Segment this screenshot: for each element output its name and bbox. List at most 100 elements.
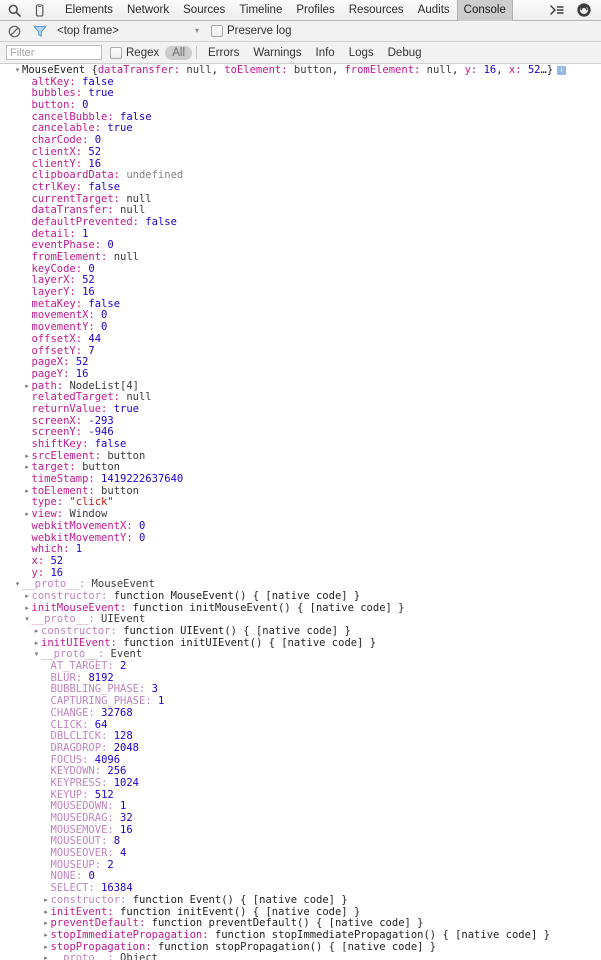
disclosure-triangle-icon[interactable]: ▾ bbox=[13, 65, 22, 77]
disclosure-triangle-icon[interactable]: ▸ bbox=[32, 626, 41, 638]
property-name: cancelBubble: bbox=[31, 110, 121, 123]
property-row[interactable]: ▸which: 1 bbox=[0, 543, 601, 556]
level-filter-info[interactable]: Info bbox=[309, 46, 342, 60]
disclosure-triangle-icon[interactable]: ▸ bbox=[42, 895, 51, 907]
info-badge-icon[interactable]: i bbox=[557, 65, 567, 75]
property-value: 0 bbox=[138, 519, 146, 532]
tree-spacer: ▸ bbox=[23, 544, 32, 556]
disclosure-triangle-icon[interactable]: ▾ bbox=[23, 614, 32, 626]
level-filter-logs[interactable]: Logs bbox=[342, 46, 381, 60]
tree-spacer: ▸ bbox=[42, 836, 51, 848]
tab-timeline[interactable]: Timeline bbox=[232, 0, 289, 21]
tree-spacer: ▸ bbox=[23, 229, 32, 241]
device-toggle-icon[interactable] bbox=[27, 0, 52, 20]
level-filter-all[interactable]: All bbox=[165, 45, 193, 60]
property-name: MOUSEMOVE: bbox=[50, 823, 121, 836]
property-value: 2048 bbox=[113, 741, 140, 754]
execution-context-selector[interactable]: <top frame> ▾ bbox=[57, 25, 207, 37]
property-value: 64 bbox=[94, 718, 108, 731]
tree-spacer: ▸ bbox=[23, 357, 32, 369]
filter-funnel-icon[interactable] bbox=[27, 21, 52, 41]
disclosure-triangle-icon[interactable]: ▸ bbox=[23, 462, 32, 474]
property-name: initUIEvent: bbox=[41, 636, 124, 649]
clear-console-icon[interactable] bbox=[2, 21, 27, 41]
property-row[interactable]: ▸x: 52 bbox=[0, 554, 601, 568]
property-name: AT_TARGET: bbox=[50, 660, 121, 673]
preserve-log-group[interactable]: Preserve log bbox=[211, 25, 292, 37]
property-value: 0 bbox=[138, 531, 146, 544]
tab-network[interactable]: Network bbox=[120, 0, 176, 21]
property-name: webkitMovementY: bbox=[31, 531, 139, 544]
property-name: MOUSEUP: bbox=[50, 858, 108, 871]
property-name: MOUSEOVER: bbox=[50, 847, 121, 860]
property-name: MOUSEDRAG: bbox=[50, 812, 121, 824]
property-name: constructor: bbox=[50, 893, 133, 906]
property-name: stopPropagation: bbox=[50, 940, 158, 953]
preserve-log-checkbox[interactable] bbox=[211, 25, 223, 37]
property-value: button bbox=[101, 484, 139, 497]
disclosure-triangle-icon[interactable]: ▸ bbox=[42, 918, 51, 930]
property-value: 1024 bbox=[113, 776, 140, 789]
regex-checkbox[interactable] bbox=[110, 46, 122, 59]
tab-profiles[interactable]: Profiles bbox=[289, 0, 341, 21]
property-row[interactable]: ▸webkitMovementY: 0 bbox=[0, 531, 601, 545]
disclosure-triangle-icon[interactable]: ▸ bbox=[23, 486, 32, 498]
property-name: __proto__: bbox=[41, 648, 111, 661]
tree-spacer: ▸ bbox=[42, 813, 51, 825]
property-row[interactable]: ▸offsetY: 7 bbox=[0, 345, 601, 358]
tree-spacer: ▸ bbox=[23, 369, 32, 381]
tab-console[interactable]: Console bbox=[456, 0, 513, 21]
property-name: which: bbox=[31, 543, 76, 556]
level-filter-warnings[interactable]: Warnings bbox=[246, 46, 308, 60]
disclosure-triangle-icon[interactable]: ▸ bbox=[23, 451, 32, 463]
property-name: SELECT: bbox=[50, 882, 102, 895]
property-name: initEvent: bbox=[50, 905, 121, 918]
disclosure-triangle-icon[interactable]: ▾ bbox=[13, 579, 22, 591]
property-value: 4096 bbox=[94, 753, 121, 766]
disclosure-triangle-icon[interactable]: ▸ bbox=[23, 509, 32, 521]
execution-context-value: <top frame> bbox=[57, 25, 120, 37]
property-name: pageY: bbox=[31, 367, 76, 380]
search-icon[interactable] bbox=[2, 0, 27, 20]
filter-input[interactable] bbox=[6, 45, 102, 60]
tree-spacer: ▸ bbox=[42, 708, 51, 720]
console-context-bar: <top frame> ▾ Preserve log bbox=[0, 21, 601, 42]
disclosure-triangle-icon[interactable]: ▸ bbox=[42, 930, 51, 942]
property-row[interactable]: ▸bubbles: true bbox=[0, 88, 601, 100]
console-output[interactable]: ▾ MouseEvent {dataTransfer: null, toEleme… bbox=[0, 64, 601, 960]
disclosure-triangle-icon[interactable]: ▾ bbox=[32, 649, 41, 661]
property-value: 52 bbox=[50, 554, 64, 567]
property-value: 256 bbox=[107, 765, 127, 778]
level-filter-errors[interactable]: Errors bbox=[201, 46, 246, 60]
tab-sources[interactable]: Sources bbox=[176, 0, 232, 21]
property-row[interactable]: ▸pageX: 52 bbox=[0, 356, 601, 369]
level-filter-debug[interactable]: Debug bbox=[381, 46, 429, 60]
disclosure-triangle-icon[interactable]: ▸ bbox=[42, 907, 51, 919]
disclosure-triangle-icon[interactable]: ▸ bbox=[23, 591, 32, 603]
tree-spacer: ▸ bbox=[42, 790, 51, 802]
show-drawer-icon[interactable] bbox=[544, 0, 569, 20]
divider bbox=[196, 46, 198, 59]
preview-value: 52 bbox=[527, 64, 541, 76]
tab-resources[interactable]: Resources bbox=[342, 0, 411, 21]
tab-label: Audits bbox=[417, 3, 450, 16]
disclosure-triangle-icon[interactable]: ▸ bbox=[32, 638, 41, 650]
tree-spacer: ▸ bbox=[42, 848, 51, 860]
regex-group[interactable]: Regex bbox=[110, 46, 159, 59]
tab-elements[interactable]: Elements bbox=[58, 0, 120, 21]
tree-spacer: ▸ bbox=[23, 275, 32, 287]
property-row[interactable]: ▸defaultPrevented: false bbox=[0, 216, 601, 229]
disclosure-triangle-icon[interactable]: ▸ bbox=[23, 603, 32, 615]
property-value: 1419222637640 bbox=[101, 473, 184, 486]
property-value: 16 bbox=[88, 157, 102, 170]
tab-audits[interactable]: Audits bbox=[411, 0, 457, 21]
property-name: layerX: bbox=[31, 274, 83, 287]
gear-icon[interactable] bbox=[571, 0, 596, 20]
property-value: 0 bbox=[94, 134, 102, 147]
property-value: 0 bbox=[101, 309, 108, 322]
disclosure-triangle-icon[interactable]: ▸ bbox=[42, 942, 51, 954]
disclosure-triangle-icon[interactable]: ▸ bbox=[23, 381, 32, 393]
property-value: null bbox=[113, 251, 139, 263]
property-value: button bbox=[82, 461, 121, 474]
tab-label: Profiles bbox=[296, 3, 335, 16]
